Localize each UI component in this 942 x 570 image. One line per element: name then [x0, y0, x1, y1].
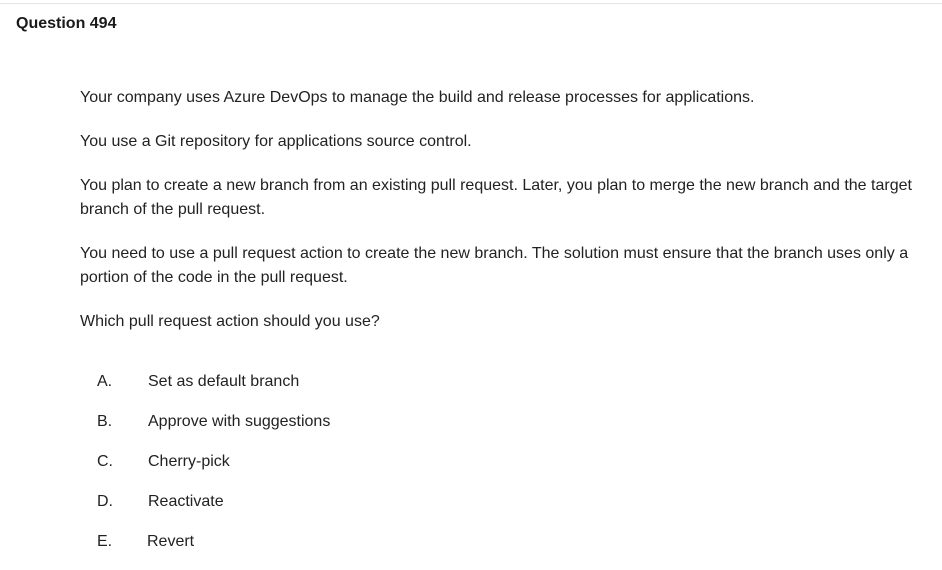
answer-option-b[interactable]: B. Approve with suggestions [97, 410, 330, 434]
question-paragraph: Your company uses Azure DevOps to manage… [80, 89, 755, 106]
answer-option-c[interactable]: C. Cherry-pick [97, 450, 230, 474]
question-body: Your company uses Azure DevOps to manage… [80, 86, 936, 354]
question-paragraph: You use a Git repository for application… [80, 133, 472, 150]
question-title: Question 494 [16, 15, 117, 32]
option-letter: D. [97, 493, 113, 510]
answer-option-a[interactable]: A. Set as default branch [97, 370, 299, 394]
option-text: Revert [147, 533, 195, 550]
option-letter: E. [97, 533, 113, 550]
answer-option-d[interactable]: D. Reactivate [97, 490, 224, 514]
option-text: Reactivate [148, 493, 224, 510]
top-divider [0, 3, 942, 4]
option-letter: B. [97, 413, 113, 430]
answer-option-e[interactable]: E. Revert [97, 530, 194, 554]
option-letter: A. [97, 373, 113, 390]
option-letter: C. [97, 453, 113, 470]
option-text: Approve with suggestions [148, 413, 331, 430]
question-paragraph: You plan to create a new branch from an … [80, 177, 912, 218]
option-text: Cherry-pick [148, 453, 230, 470]
question-paragraph: You need to use a pull request action to… [80, 245, 909, 286]
question-prompt: Which pull request action should you use… [80, 313, 380, 330]
option-text: Set as default branch [148, 373, 300, 390]
